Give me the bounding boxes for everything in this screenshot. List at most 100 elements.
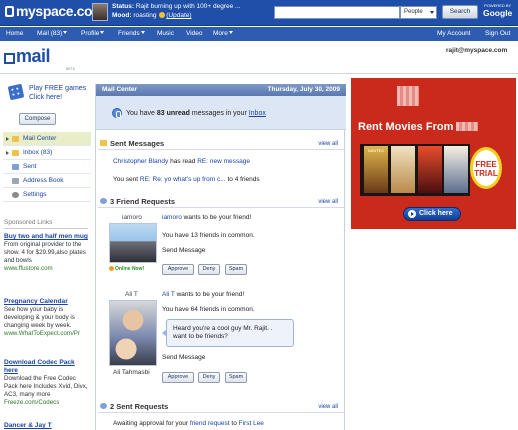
ad-body: From original provider to the show. 4 fo… bbox=[4, 241, 86, 264]
sidebar-item-mail-center[interactable]: Mail Center bbox=[3, 132, 91, 146]
spam-button[interactable]: Spam bbox=[225, 372, 247, 383]
expand-arrow-icon[interactable] bbox=[6, 151, 9, 155]
nav-profile[interactable]: Profile bbox=[81, 27, 105, 41]
expand-arrow-icon[interactable] bbox=[6, 137, 9, 141]
mail-center-header: Mail Center Thursday, July 30, 2009 bbox=[96, 84, 346, 96]
dice-icon[interactable] bbox=[7, 83, 25, 101]
requester-photo[interactable] bbox=[109, 223, 157, 263]
view-all-link[interactable]: view all bbox=[318, 401, 338, 413]
update-status-link[interactable]: (Update) bbox=[166, 12, 191, 19]
nav-music[interactable]: Music bbox=[157, 27, 174, 41]
online-status-icon bbox=[109, 266, 114, 271]
friend-request-link[interactable]: friend request bbox=[190, 420, 230, 427]
deny-button[interactable]: Deny bbox=[198, 264, 220, 275]
sent-messages-header: Sent Messages view all bbox=[98, 138, 344, 150]
send-message-link[interactable]: Send Message bbox=[162, 247, 205, 254]
sponsored-ad: Buy two and half men mug From original p… bbox=[4, 233, 90, 273]
contact-link[interactable]: Christopher Blandy bbox=[113, 158, 168, 165]
nav-more[interactable]: More bbox=[213, 27, 233, 41]
chevron-down-icon bbox=[100, 31, 105, 34]
current-date: Thursday, July 30, 2009 bbox=[267, 86, 341, 93]
view-all-link[interactable]: view all bbox=[318, 196, 338, 208]
requester-name-caption: Ali T bbox=[125, 291, 138, 298]
message-link[interactable]: RE: Re: yo what's up from c... bbox=[140, 176, 226, 183]
sponsored-divider bbox=[4, 228, 88, 229]
sent-icon bbox=[12, 164, 19, 170]
view-all-link[interactable]: view all bbox=[318, 138, 338, 150]
ad-title[interactable]: Download Codec Pack here bbox=[4, 359, 90, 375]
sidebar-item-inbox[interactable]: Inbox (83) bbox=[3, 146, 91, 160]
inbox-link[interactable]: Inbox bbox=[249, 110, 266, 117]
rent-movies-ad[interactable]: Rent Movies From NANTEC FREE TRIAL Click… bbox=[351, 78, 516, 229]
requester-link[interactable]: Ali T bbox=[162, 291, 175, 298]
status-avatar[interactable] bbox=[92, 3, 108, 21]
folder-icon bbox=[12, 136, 19, 142]
spam-button[interactable]: Spam bbox=[225, 264, 247, 275]
games-promo[interactable]: Play FREE games Click here! bbox=[29, 84, 86, 102]
nav-sign-out[interactable]: Sign Out bbox=[485, 27, 510, 41]
sent-request-line: Awaiting approval for your friend reques… bbox=[113, 420, 264, 427]
search-button[interactable]: Search bbox=[442, 5, 478, 19]
click-here-button[interactable]: Click here bbox=[403, 207, 461, 221]
sent-message-read-line: Christopher Blandy has read RE: new mess… bbox=[113, 158, 250, 165]
ad-url[interactable]: www.ffustore.com bbox=[4, 265, 90, 273]
requester-name-caption: iamoro bbox=[122, 214, 142, 221]
mood-text: roasting bbox=[133, 12, 157, 19]
contact-link[interactable]: First Lee bbox=[239, 420, 264, 427]
compose-button[interactable]: Compose bbox=[19, 113, 56, 125]
ad-body: Download the Free Codec Pack here Includ… bbox=[4, 375, 88, 398]
approve-button[interactable]: Approve bbox=[162, 264, 194, 275]
friends-in-common-link[interactable]: You have 64 friends in common. bbox=[162, 306, 255, 313]
inbox-icon bbox=[12, 150, 19, 156]
beta-label: BETA bbox=[66, 67, 75, 71]
people-icon bbox=[100, 198, 107, 204]
approve-button[interactable]: Approve bbox=[162, 372, 194, 383]
request-message-bubble: Heard you're a cool guy Mr. Rajit. . wan… bbox=[162, 319, 294, 347]
ad-url[interactable]: www.WhatToExpect.com/Pr bbox=[4, 330, 90, 338]
sidebar-item-address-book[interactable]: Address Book bbox=[3, 174, 91, 188]
requester-link[interactable]: iamoro bbox=[162, 214, 182, 221]
address-book-icon bbox=[12, 178, 19, 184]
friends-in-common-link[interactable]: You have 13 friends in common. bbox=[162, 232, 255, 239]
sidebar-item-settings[interactable]: Settings bbox=[3, 188, 91, 202]
sidebar-item-sent[interactable]: Sent bbox=[3, 160, 91, 174]
myspace-logo[interactable]: myspace.com bbox=[5, 3, 105, 19]
top-bar: myspace.com Status: Rajit burning up wit… bbox=[0, 0, 518, 26]
chevron-down-icon bbox=[63, 31, 68, 34]
mail-logo[interactable]: mail bbox=[4, 45, 51, 69]
search-scope-select[interactable]: People bbox=[400, 6, 437, 19]
ad-body: See how your baby is developing & your b… bbox=[4, 306, 75, 329]
sponsored-ad: Pregnancy Calendar See how your baby is … bbox=[4, 298, 90, 338]
deny-button[interactable]: Deny bbox=[198, 372, 220, 383]
blurred-brand-logo bbox=[397, 86, 419, 106]
ad-title[interactable]: Dancer & Jay T bbox=[4, 422, 90, 430]
ad-title[interactable]: Buy two and half men mug bbox=[4, 233, 90, 241]
nav-home[interactable]: Home bbox=[6, 27, 23, 41]
envelope-icon bbox=[4, 53, 15, 64]
online-now-badge: Online Now! bbox=[109, 266, 144, 272]
mood-label: Mood: bbox=[112, 12, 132, 19]
mail-center-panel: Mail Center Thursday, July 30, 2009 You … bbox=[95, 84, 346, 430]
chevron-down-icon bbox=[140, 31, 145, 34]
sponsored-links-title: Sponsored Links bbox=[4, 219, 53, 226]
nav-friends[interactable]: Friends bbox=[118, 27, 145, 41]
info-icon bbox=[112, 108, 122, 118]
nav-my-account[interactable]: My Account bbox=[437, 27, 471, 41]
gear-icon bbox=[12, 192, 19, 198]
header-divider bbox=[0, 73, 518, 74]
status-mood-block: Status: Rajit burning up with 100+ degre… bbox=[112, 2, 240, 20]
ad-title[interactable]: Pregnancy Calendar bbox=[4, 298, 90, 306]
requester-full-name: Ali Tahmasbi bbox=[113, 369, 150, 376]
status-text: Rajit burning up with 100+ degree ... bbox=[135, 3, 241, 10]
send-message-link[interactable]: Send Message bbox=[162, 354, 205, 361]
requester-photo[interactable] bbox=[109, 300, 157, 366]
message-link[interactable]: RE: new message bbox=[197, 158, 250, 165]
mail-center-title: Mail Center bbox=[102, 86, 138, 93]
ad-url[interactable]: Freeze.com/Codecs bbox=[4, 399, 90, 407]
nav-mail[interactable]: Mail (83) bbox=[37, 27, 68, 41]
sponsored-ad: Download Codec Pack here Download the Fr… bbox=[4, 359, 90, 407]
search-input[interactable] bbox=[274, 6, 400, 19]
nav-video[interactable]: Video bbox=[186, 27, 203, 41]
free-trial-badge: FREE TRIAL bbox=[470, 147, 502, 189]
myspace-people-icon bbox=[5, 6, 14, 17]
